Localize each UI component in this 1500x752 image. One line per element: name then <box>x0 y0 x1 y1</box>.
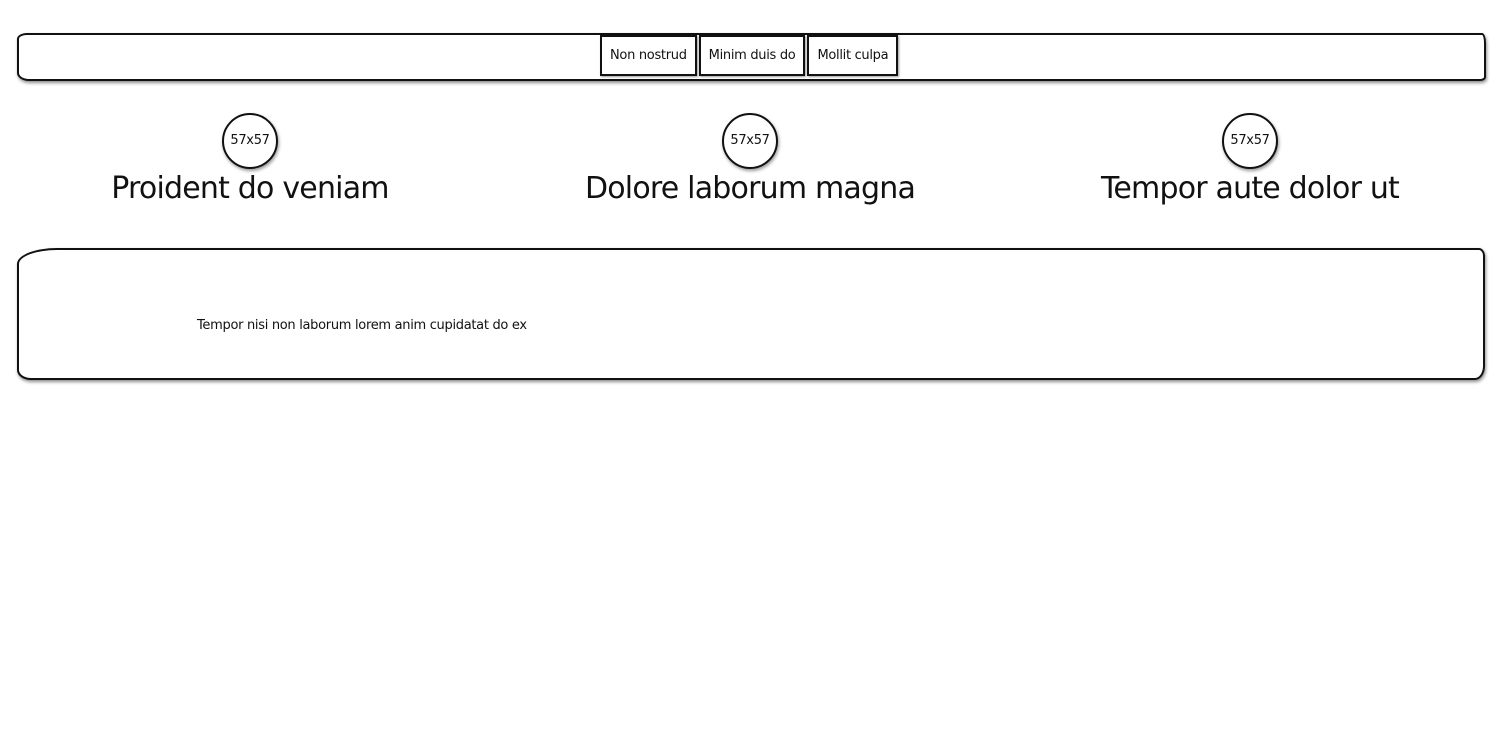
feature-row: 57x57 Proident do veniam 57x57 Dolore la… <box>0 113 1500 213</box>
feature-card: 57x57 Tempor aute dolor ut <box>1000 113 1500 207</box>
avatar-placeholder: 57x57 <box>222 113 278 169</box>
feature-card: 57x57 Dolore laborum magna <box>500 113 1000 207</box>
nav-button-non-nostrud[interactable]: Non nostrud <box>600 35 697 76</box>
page: Non nostrud Minim duis do Mollit culpa 5… <box>0 0 1500 752</box>
content-panel: Tempor nisi non laborum lorem anim cupid… <box>17 248 1485 380</box>
feature-title: Tempor aute dolor ut <box>1100 171 1400 206</box>
feature-title: Proident do veniam <box>111 171 389 206</box>
avatar-placeholder: 57x57 <box>1222 113 1278 169</box>
nav-button-minim-duis-do[interactable]: Minim duis do <box>698 35 806 76</box>
nav-button-mollit-culpa[interactable]: Mollit culpa <box>807 35 899 76</box>
feature-title: Dolore laborum magna <box>584 171 916 206</box>
nav-button-group: Non nostrud Minim duis do Mollit culpa <box>600 35 899 76</box>
feature-card: 57x57 Proident do veniam <box>0 113 500 207</box>
content-text: Tempor nisi non laborum lorem anim cupid… <box>197 318 527 333</box>
avatar-placeholder: 57x57 <box>722 113 778 169</box>
